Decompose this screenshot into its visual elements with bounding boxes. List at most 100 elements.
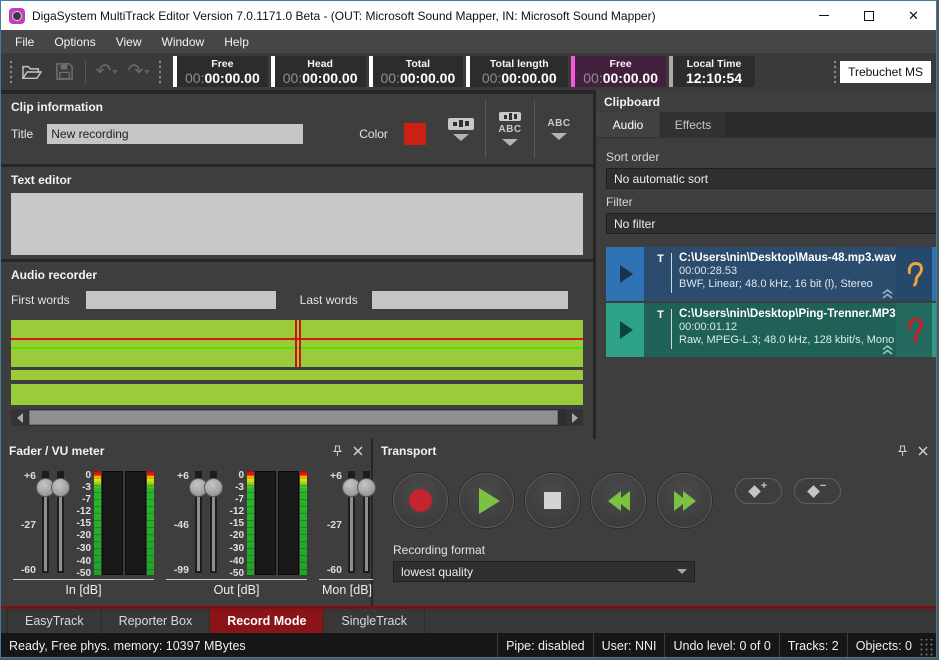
menu-window[interactable]: Window xyxy=(152,32,215,52)
add-marker-button[interactable]: + xyxy=(735,478,782,504)
rewind-button[interactable] xyxy=(591,473,646,528)
vu-meter-left xyxy=(102,471,123,575)
waveform-text-dropdown[interactable]: ABC xyxy=(486,98,534,160)
fader-knob[interactable] xyxy=(204,478,223,497)
vu-scale-tick: -50 xyxy=(77,569,91,578)
filter-select[interactable]: No filter xyxy=(606,213,937,234)
text-display-dropdown[interactable]: ABC xyxy=(535,98,583,160)
toolbar-grip-2[interactable] xyxy=(158,59,162,85)
close-panel-icon[interactable] xyxy=(918,446,928,456)
waveform-display-dropdown[interactable] xyxy=(437,98,485,160)
minimize-button[interactable] xyxy=(801,1,846,30)
fader-scale-label: -46 xyxy=(174,520,189,530)
counter-total-length: Total length 00:00:00.00 xyxy=(466,56,568,87)
vu-group-mon: +6 -27 -60 Mon [dB] xyxy=(319,471,375,597)
mon-fader-right[interactable] xyxy=(360,471,375,575)
record-button[interactable] xyxy=(393,473,448,528)
undo-button[interactable]: ↶ xyxy=(93,58,121,86)
tab-audio[interactable]: Audio xyxy=(596,112,660,137)
sort-order-value: No automatic sort xyxy=(614,172,708,186)
recording-format-select[interactable]: lowest quality xyxy=(393,561,695,582)
resize-grip[interactable] xyxy=(920,639,934,657)
waveform-overview[interactable] xyxy=(11,384,583,405)
clipboard-item[interactable]: T C:\Users\nin\Desktop\Maus-48.mp3.wav 0… xyxy=(606,247,937,301)
tab-singletrack[interactable]: SingleTrack xyxy=(324,609,425,633)
counter-head: Head 00:00:00.00 xyxy=(271,56,366,87)
undo-icon: ↶ xyxy=(96,62,112,81)
counter-digits: 00:00.00 xyxy=(400,70,455,86)
out-fader-right[interactable] xyxy=(207,471,222,575)
scroll-right-button[interactable] xyxy=(566,409,583,426)
close-panel-icon[interactable] xyxy=(353,446,363,456)
font-selector[interactable]: Trebuchet MS xyxy=(840,61,931,83)
vu-scale-tick: -50 xyxy=(230,569,244,578)
title-label: Title xyxy=(11,127,33,141)
menu-help[interactable]: Help xyxy=(214,32,259,52)
counter-value: 00:00:00.00 xyxy=(185,70,260,86)
stop-button[interactable] xyxy=(525,473,580,528)
vu-scale-tick: -7 xyxy=(82,495,91,504)
remove-clip-button[interactable] xyxy=(932,303,937,357)
fast-forward-button[interactable] xyxy=(657,473,712,528)
clip-title-input[interactable] xyxy=(47,124,303,144)
menu-view[interactable]: View xyxy=(106,32,152,52)
playback-cursor[interactable] xyxy=(295,320,301,367)
counter-value: 00:00:00.00 xyxy=(583,70,658,86)
fader-knob[interactable] xyxy=(51,478,70,497)
clip-information-panel: Clip information Title Color ABC xyxy=(1,94,593,164)
in-fader-right[interactable] xyxy=(54,471,69,575)
vu-scale-tick: -20 xyxy=(230,531,244,540)
clipboard-header: Clipboard xyxy=(604,95,660,109)
tab-effects[interactable]: Effects xyxy=(661,112,725,137)
fader-knob[interactable] xyxy=(357,478,376,497)
first-words-input[interactable] xyxy=(86,291,276,309)
play-button[interactable] xyxy=(459,473,514,528)
tab-reporter-box[interactable]: Reporter Box xyxy=(102,609,211,633)
clipboard-item[interactable]: T C:\Users\nin\Desktop\Ping-Trenner.MP3 … xyxy=(606,303,937,357)
vu-scale-tick: -7 xyxy=(235,495,244,504)
fader-scale-label: +6 xyxy=(24,471,36,481)
counter-value: 00:00:00.00 xyxy=(283,70,358,86)
play-clip-button[interactable] xyxy=(606,247,644,301)
waveform-main[interactable] xyxy=(11,320,583,367)
maximize-button[interactable] xyxy=(846,1,891,30)
remove-clip-button[interactable] xyxy=(932,247,937,301)
close-button[interactable]: ✕ xyxy=(891,1,936,30)
vu-scale-tick: 0 xyxy=(85,471,91,480)
counter-free-record: Free 00:00:00.00 xyxy=(571,56,666,87)
clip-color-swatch[interactable] xyxy=(404,123,426,145)
menu-file[interactable]: File xyxy=(5,32,44,52)
tab-record-mode[interactable]: Record Mode xyxy=(210,609,324,633)
pin-icon[interactable] xyxy=(332,445,343,457)
collapse-chevrons-icon[interactable] xyxy=(881,345,894,355)
vu-meter-right xyxy=(278,471,299,575)
collapse-chevrons-icon[interactable] xyxy=(881,289,894,299)
open-button[interactable] xyxy=(18,58,46,86)
play-clip-button[interactable] xyxy=(606,303,644,357)
vu-gradient-strip xyxy=(300,471,307,575)
pin-icon[interactable] xyxy=(897,445,908,457)
prelisten-button[interactable] xyxy=(896,303,932,357)
prelisten-button[interactable] xyxy=(896,247,932,301)
last-words-input[interactable] xyxy=(372,291,568,309)
toolbar-separator xyxy=(85,61,86,83)
remove-marker-button[interactable]: − xyxy=(794,478,841,504)
tab-easytrack[interactable]: EasyTrack xyxy=(7,609,102,633)
counter-prefix: 00: xyxy=(185,70,204,86)
filter-label: Filter xyxy=(606,195,937,209)
save-button[interactable] xyxy=(50,58,78,86)
menu-options[interactable]: Options xyxy=(44,32,105,52)
counter-digits: 00:00.00 xyxy=(204,70,259,86)
filter-value: No filter xyxy=(614,217,655,231)
toolbar-grip[interactable] xyxy=(9,59,13,85)
sort-order-select[interactable]: No automatic sort xyxy=(606,168,937,189)
fast-forward-icon xyxy=(683,491,696,511)
abc-icon: ABC xyxy=(547,119,570,129)
counter-prefix: 00: xyxy=(583,70,602,86)
audio-recorder-panel: Audio recorder First words Last words xyxy=(1,262,593,439)
scroll-left-button[interactable] xyxy=(11,409,28,426)
toolbar-grip-3[interactable] xyxy=(833,59,837,85)
scrollbar-thumb[interactable] xyxy=(29,410,558,425)
redo-button[interactable]: ↷ xyxy=(125,58,153,86)
text-editor-area[interactable] xyxy=(11,193,583,255)
